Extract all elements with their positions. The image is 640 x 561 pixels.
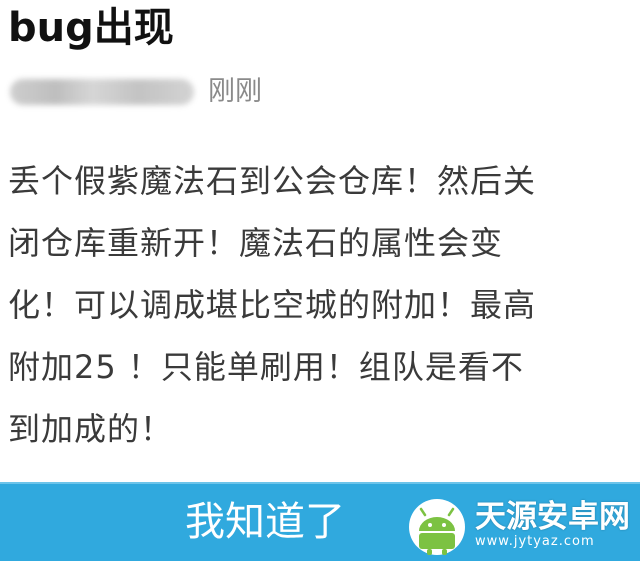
watermark-texts: 天源安卓网 www.jytyaz.com: [475, 500, 630, 550]
post-title: bug出现: [8, 5, 174, 51]
android-logo-icon: [409, 499, 465, 555]
watermark-title: 天源安卓网: [475, 499, 630, 535]
post-meta: 刚刚: [10, 72, 262, 112]
post-page: bug出现 刚刚 丢个假紫魔法石到公会仓库！然后关 闭仓库重新开！魔法石的属性会…: [0, 0, 640, 561]
site-watermark: 天源安卓网 www.jytyaz.com: [405, 495, 630, 555]
post-body: 丢个假紫魔法石到公会仓库！然后关 闭仓库重新开！魔法石的属性会变 化！可以调成堪…: [8, 162, 537, 448]
watermark-url: www.jytyaz.com: [475, 534, 595, 549]
post-timestamp: 刚刚: [208, 76, 262, 107]
confirm-button-label: 我知道了: [185, 499, 345, 545]
author-name-blurred: [10, 79, 194, 105]
